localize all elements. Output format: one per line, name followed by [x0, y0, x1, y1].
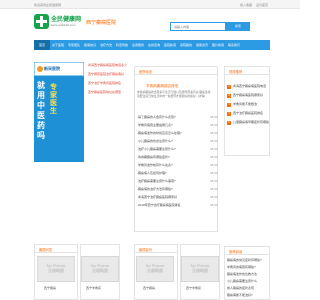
news-item[interactable]: ·癫痫病人该如何护理? 06-01 — [137, 171, 218, 175]
thumbnail-placeholder[interactable]: No Picture 无缩略图 — [37, 256, 75, 282]
panel-title: 视频推荐 — [229, 70, 243, 74]
news-item[interactable]: ·小儿癫痫的饮食注意什么? 06-01 — [137, 139, 218, 143]
nav-item[interactable]: 科室导航 — [114, 40, 130, 50]
ad-slogan: 专家医生 — [50, 84, 57, 115]
nav-item[interactable]: 来院路线 — [178, 40, 194, 50]
panel-header: 视频推荐 — [225, 67, 269, 75]
thumbnail-placeholder[interactable]: No Picture 无缩略图 — [181, 256, 219, 282]
nav-item[interactable]: 在线咨询 — [146, 40, 162, 50]
nav-item[interactable]: 联系我们 — [226, 40, 242, 50]
bookmark-link[interactable]: 加入收藏 — [240, 3, 252, 7]
medical-cross-icon — [34, 14, 49, 29]
nav-item[interactable]: 专家团队 — [66, 40, 82, 50]
news-item[interactable]: ·治疗癫痫需要注意什么事项? 06-01 — [137, 179, 218, 183]
thumbnail-caption[interactable]: 西宁癫痫 — [143, 286, 155, 290]
ad-logo-text: 新采医院 — [44, 66, 60, 71]
video-item[interactable]: 3 羊角风能不能根治 — [227, 102, 257, 107]
main-nav: 首页 关于医院 专家团队 疾病常识 治疗方法 科室导航 患者服务 在线咨询 医院… — [34, 40, 270, 50]
recommend-item[interactable]: 小儿癫痫需要注意什么 — [227, 279, 257, 283]
news-item[interactable]: ·治疗小儿癫痫需要注意什么? 06-01 — [137, 147, 218, 151]
nav-item[interactable]: 关于医院 — [50, 40, 66, 50]
news-item[interactable]: ·青海西宁治疗癫痫医院哪家好 06-01 — [137, 195, 218, 199]
recommend-item[interactable]: 癫痫病能不能治好? — [227, 293, 253, 297]
video-item[interactable]: 2 西宁癫痫病医院哪家好 — [227, 93, 263, 98]
thumbnail-caption[interactable]: 西宁羊角疯 — [86, 286, 101, 290]
recommend-item[interactable]: 癫痫病发作的急救方法 — [227, 272, 257, 276]
nav-item-home[interactable]: 首页 — [34, 40, 50, 50]
site-name: 西宁癫痫医院 — [86, 20, 117, 26]
hospital-logo-icon — [37, 66, 43, 72]
news-item[interactable]: ·癫痫病的治疗方法有哪些? 06-01 — [137, 187, 218, 191]
recommend-item[interactable]: 成人癫痫的症状表现 — [227, 286, 254, 290]
recommend-item[interactable]: 羊角风的病因有哪些? — [227, 265, 256, 269]
thumbnail-caption[interactable]: 西宁羊角疯 — [186, 286, 201, 290]
video-item[interactable]: 5 儿童癫痫病早期症状有哪些 — [227, 120, 269, 125]
thumbnail-caption[interactable]: 西宁癫痫 — [44, 286, 56, 290]
nav-item[interactable]: 患者服务 — [130, 40, 146, 50]
logo-title: 全民健康网 — [51, 17, 82, 23]
homepage-link[interactable]: 设为首页 — [256, 3, 268, 7]
thumbnail-placeholder[interactable]: No Picture 无缩略图 — [136, 256, 174, 282]
panel-title: 推荐阅读 — [229, 250, 243, 254]
news-item[interactable]: ·得了癫痫的人会有什么表现? 06-01 — [137, 115, 218, 119]
video-item[interactable]: 1 青海西宁癫痫病医院电话 — [227, 84, 266, 89]
nav-item[interactable]: 图片新闻 — [210, 40, 226, 50]
panel-title: 癫痫问答 — [39, 248, 53, 252]
search-button[interactable]: 搜索 — [226, 22, 250, 31]
nav-item[interactable]: 健康资讯 — [194, 40, 210, 50]
top-bar: 欢迎来到全民健康网 加入收藏 设为首页 — [0, 0, 300, 9]
quick-link[interactable]: 西宁治疗羊角风医院排名 — [88, 81, 121, 85]
site-logo[interactable]: 全民健康网 www.qmh120.com — [34, 12, 82, 32]
panel-header: 推荐阅读 — [225, 247, 269, 255]
news-item[interactable]: ·羊角风病因主要由哪几点? 06-01 — [137, 123, 218, 127]
news-headline[interactable]: 羊角疯癫痫能否痊愈 — [146, 84, 178, 89]
nav-item[interactable]: 医院新闻 — [162, 40, 178, 50]
nav-item[interactable]: 疾病常识 — [82, 40, 98, 50]
news-item[interactable]: ·2019年西宁治疗癫痫病医院排名 06-01 — [137, 203, 218, 207]
quick-link[interactable]: 西宁癫痫医院地址在哪里 — [88, 90, 121, 94]
ad-banner[interactable]: 新采医院 就 用 中 医 药 吗 专家医生 — [34, 62, 84, 162]
news-summary: 羊角疯癫痫的出现多与生活习惯以及遗传因素有关,癫痫患者需要注意日常生活中的一些细… — [137, 90, 211, 98]
video-item[interactable]: 4 西宁治疗癫痫医院排名 — [227, 111, 263, 116]
ad-header: 新采医院 — [34, 62, 84, 76]
panel-title: 医院动态 — [139, 70, 153, 74]
recommend-item[interactable]: 癫痫病的常见症状有哪些? — [227, 258, 262, 262]
search-input[interactable] — [170, 22, 226, 31]
news-item[interactable]: ·羊角风发作前有什么先兆? 06-01 — [137, 163, 218, 167]
nav-item[interactable]: 治疗方法 — [98, 40, 114, 50]
ad-text: 吗 — [37, 131, 45, 140]
news-item[interactable]: ·癫痫病发作的时候应该怎么处理? 06-01 — [137, 131, 218, 135]
thumbnail-placeholder[interactable]: No Picture 无缩略图 — [81, 256, 119, 282]
panel-header: 癫痫症状 — [135, 245, 177, 253]
logo-url: www.qmh120.com — [51, 23, 76, 27]
quick-link[interactable]: 西宁哪家医院治疗癫痫病好 — [88, 72, 124, 76]
panel-header: 癫痫问答 — [35, 245, 77, 253]
panel-title: 癫痫症状 — [139, 248, 153, 252]
panel-header: 医院动态 — [135, 67, 217, 75]
quick-link[interactable]: 青海西宁癫痫病医院电话多少 — [88, 63, 127, 67]
welcome-text: 欢迎来到全民健康网 — [34, 3, 62, 7]
news-item[interactable]: ·青春期癫痫有哪些症状? 06-01 — [137, 155, 218, 159]
